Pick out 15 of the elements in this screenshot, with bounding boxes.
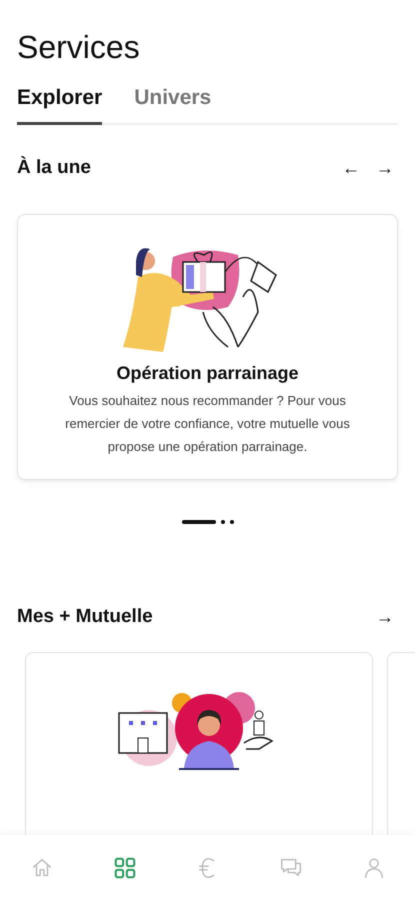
grid-icon: [112, 856, 136, 880]
section-title: Mes + Mutuelle: [17, 606, 153, 628]
next-button[interactable]: →: [372, 608, 398, 626]
page-indicator[interactable]: [220, 520, 224, 524]
promo-card[interactable]: Opération parrainage Vous souhaitez nous recommander ? Pour vous remercier de votre confiance, votre mutuelle vous propose une opération parrainage.: [17, 214, 398, 480]
page-title: Services: [17, 28, 141, 66]
next-button[interactable]: →: [372, 159, 398, 178]
tab[interactable]: Explorer: [17, 82, 102, 125]
tab[interactable]: Univers: [134, 82, 212, 125]
page-indicator[interactable]: [182, 520, 216, 524]
page-indicator[interactable]: [230, 520, 234, 524]
section-title: À la une: [17, 156, 91, 180]
card-description: Vous souhaitez nous recommander ? Pour vous remercier de votre confiance, votre mutuelle vous propose une opération parrainage.: [64, 392, 351, 456]
previous-button[interactable]: ←: [338, 159, 364, 178]
card-title: Opération parrainage: [115, 362, 300, 384]
